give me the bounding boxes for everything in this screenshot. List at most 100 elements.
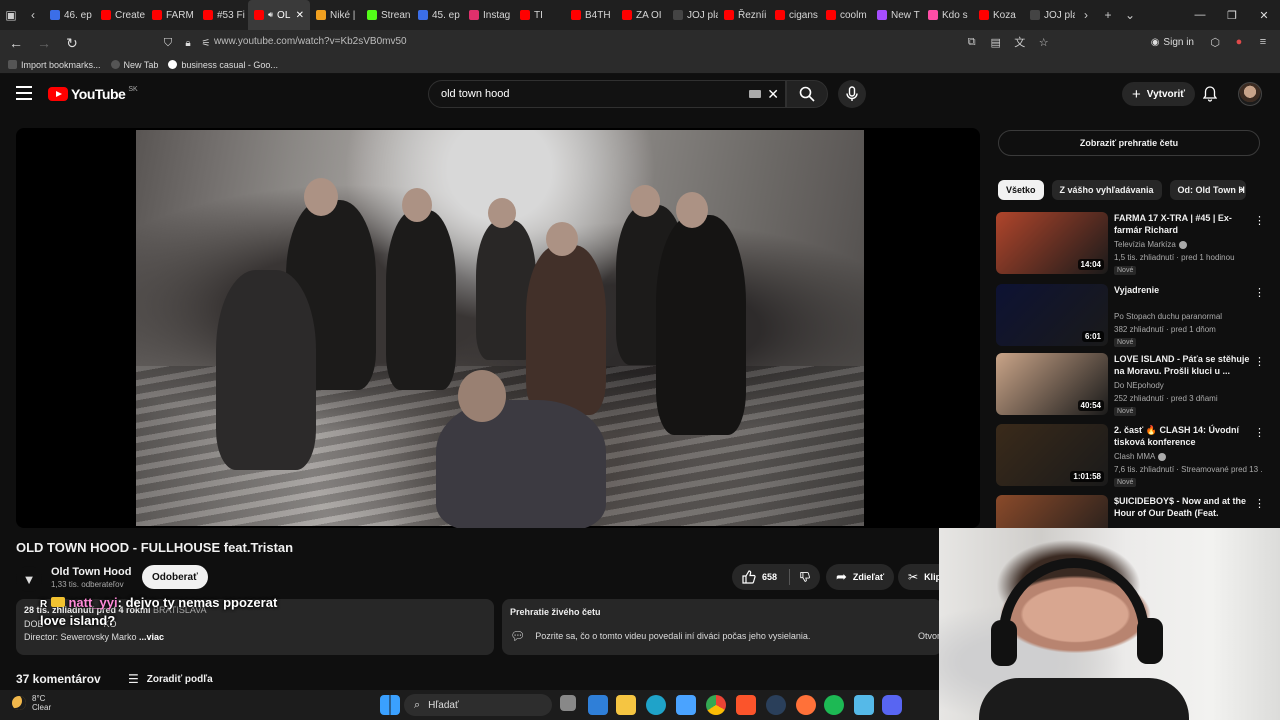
browser-tab[interactable]: 46. ep (44, 0, 95, 30)
extensions-icon[interactable]: ⬡ (1206, 33, 1224, 51)
chip-all[interactable]: Všetko (998, 180, 1044, 200)
video-player[interactable] (16, 128, 980, 528)
voice-search-button[interactable] (838, 80, 866, 108)
recommended-title[interactable]: $UICIDEBOY$ - Now and at the Hour of Our… (1114, 495, 1250, 521)
chip-from-channel[interactable]: Od: Old Town H (1169, 180, 1246, 200)
recommended-channel[interactable]: Televízia Markíza (1114, 240, 1187, 249)
more-actions-icon[interactable]: ⋮ (1254, 214, 1265, 227)
recommended-video[interactable]: 6:01 Vyjadrenie Po Stopach duchu paranorma… (996, 284, 1265, 350)
tab-scroll-right-icon[interactable]: › (1075, 0, 1097, 30)
channel-name[interactable]: Old Town Hood (51, 566, 131, 578)
search-button[interactable] (786, 80, 828, 108)
recommended-channel[interactable]: Po Stopach duchu paranormal (1114, 312, 1222, 321)
more-actions-icon[interactable]: ⋮ (1254, 497, 1265, 510)
profile-icon[interactable]: ● (1230, 33, 1248, 51)
channel-avatar[interactable]: ▼ (16, 566, 42, 592)
reader-icon[interactable]: ▤ (987, 33, 1005, 51)
bookmark-new-tab[interactable]: New Tab (110, 60, 158, 70)
browser-tab[interactable]: Instag (463, 0, 514, 30)
browser-tab[interactable]: Řezníi (718, 0, 769, 30)
recommended-channel[interactable]: Clash MMA (1114, 452, 1167, 461)
search-input[interactable]: old town hood ✕ (428, 80, 786, 108)
file-explorer-icon[interactable] (616, 695, 636, 715)
chrome-icon[interactable] (706, 695, 726, 715)
task-view-icon[interactable] (560, 695, 576, 711)
browser-tab[interactable]: cigans (769, 0, 820, 30)
taskbar-search[interactable]: ⌕ Hľadať (404, 694, 552, 716)
reload-icon[interactable]: ↻ (60, 31, 84, 55)
recommended-video[interactable]: 40:54 LOVE ISLAND - Páťa se stěhuje na Mo… (996, 353, 1265, 419)
picture-in-picture-icon[interactable]: ⧉ (963, 33, 981, 51)
recommended-video[interactable]: 14:04 FARMA 17 X-TRA | #45 | Ex-farmár Ri… (996, 212, 1265, 278)
discord-icon[interactable] (882, 695, 902, 715)
browser-tab[interactable]: JOJ play (1024, 0, 1075, 30)
firefox-icon[interactable] (796, 695, 816, 715)
edge-icon[interactable] (646, 695, 666, 715)
steam-icon[interactable] (766, 695, 786, 715)
weather-widget[interactable]: 8°C Clear (12, 694, 51, 712)
sign-in-button[interactable]: ◉ Sign in (1145, 37, 1200, 48)
speaker-icon[interactable]: 🔊︎ (268, 10, 273, 20)
video-thumbnail[interactable]: 6:01 (996, 284, 1108, 346)
bookmark-import[interactable]: Import bookmarks... (8, 60, 101, 70)
recommended-video[interactable]: 1:01:58 2. časť 🔥 CLASH 14: Úvodní tiskov… (996, 424, 1265, 490)
more-actions-icon[interactable]: ⋮ (1254, 426, 1265, 439)
recommended-title[interactable]: Vyjadrenie (1114, 284, 1250, 296)
recommended-channel[interactable]: Do NEpohody (1114, 381, 1164, 390)
youtube-logo[interactable]: YouTube SK (48, 86, 138, 102)
browser-tab[interactable]: B4TH (565, 0, 616, 30)
spotify-icon[interactable] (824, 695, 844, 715)
recommended-title[interactable]: FARMA 17 X-TRA | #45 | Ex-farmár Richard (1114, 212, 1250, 236)
chip-from-search[interactable]: Z vášho vyhľadávania (1051, 180, 1162, 200)
store-icon[interactable] (588, 695, 608, 715)
video-thumbnail[interactable]: 14:04 (996, 212, 1108, 274)
back-icon[interactable]: ← (4, 31, 28, 55)
recommended-title[interactable]: 2. časť 🔥 CLASH 14: Úvodní tisková konfe… (1114, 424, 1250, 448)
tab-list-icon[interactable]: ▣ (0, 0, 22, 30)
browser-tab[interactable]: Niké | (310, 0, 361, 30)
address-bar[interactable]: www.youtube.com/watch?v=Kb2sVB0mv50 (214, 36, 407, 47)
browser-tab[interactable]: TI (514, 0, 565, 30)
forward-icon[interactable]: → (32, 31, 56, 55)
subscribe-button[interactable]: Odoberať (142, 565, 208, 589)
tab-dropdown-icon[interactable]: ⌄ (1119, 0, 1141, 30)
video-thumbnail[interactable]: 40:54 (996, 353, 1108, 415)
chips-next-icon[interactable]: › (1240, 182, 1244, 196)
windows-start-icon[interactable] (380, 695, 400, 715)
keyboard-icon[interactable] (749, 90, 761, 98)
browser-tab[interactable]: Kdo s (922, 0, 973, 30)
show-more-link[interactable]: ...viac (139, 632, 164, 642)
notifications-bell-icon[interactable] (1200, 84, 1220, 104)
tab-scroll-left-icon[interactable]: ‹ (22, 0, 44, 30)
close-window-icon[interactable]: ✕ (1248, 0, 1280, 30)
browser-tab[interactable]: #53 Fi (197, 0, 248, 30)
close-tab-icon[interactable]: ✕ (296, 10, 304, 21)
brave-icon[interactable] (736, 695, 756, 715)
browser-tab[interactable]: 🔊︎ OL ✕ (248, 0, 310, 30)
menu-icon[interactable]: ≡ (1254, 33, 1272, 51)
create-button[interactable]: + Vytvoriť (1122, 82, 1196, 106)
hamburger-menu-icon[interactable] (16, 86, 32, 100)
browser-tab[interactable]: Strean (361, 0, 412, 30)
browser-tab[interactable]: FARM (146, 0, 197, 30)
new-tab-icon[interactable]: + (1097, 0, 1119, 30)
more-actions-icon[interactable]: ⋮ (1254, 286, 1265, 299)
more-actions-icon[interactable]: ⋮ (1254, 355, 1265, 368)
browser-tab[interactable]: Koza (973, 0, 1024, 30)
bookmark-google[interactable]: business casual - Goo... (168, 60, 278, 70)
notepad-icon[interactable] (854, 695, 874, 715)
sort-comments-button[interactable]: ☰ Zoradiť podľa (128, 672, 213, 686)
browser-tab[interactable]: New T (871, 0, 922, 30)
browser-tab[interactable]: JOJ play (667, 0, 718, 30)
minimize-icon[interactable]: — (1184, 0, 1216, 30)
thumbs-down-icon[interactable] (800, 570, 810, 584)
browser-tab[interactable]: coolm (820, 0, 871, 30)
browser-tab[interactable]: 45. ep (412, 0, 463, 30)
photos-icon[interactable] (676, 695, 696, 715)
user-avatar[interactable] (1238, 82, 1262, 106)
show-chat-replay-button[interactable]: Zobraziť prehratie četu (998, 130, 1260, 156)
browser-tab[interactable]: Create (95, 0, 146, 30)
maximize-icon[interactable]: ❐ (1216, 0, 1248, 30)
video-thumbnail[interactable]: 1:01:58 (996, 424, 1108, 486)
clear-search-icon[interactable]: ✕ (767, 86, 779, 103)
